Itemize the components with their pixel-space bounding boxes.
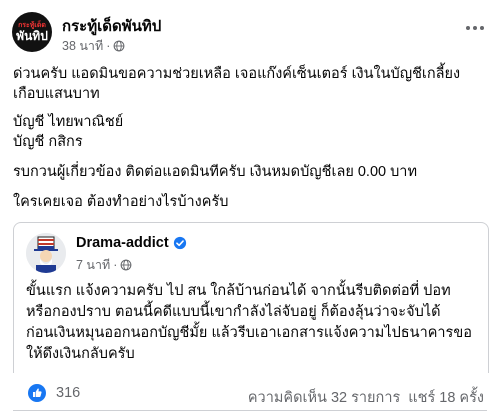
divider xyxy=(13,410,487,411)
shared-post-text: ขั้นแรก แจ้งความครับ ไป สน ใกล้บ้านก่อนไ… xyxy=(26,281,476,365)
post-line: บัญชี กสิกร xyxy=(13,134,83,150)
avatar-text-main: พันทิป xyxy=(16,29,48,43)
more-dot xyxy=(473,26,477,30)
post-meta: 38 นาที · xyxy=(62,36,125,56)
shared-page-name-text: Drama-addict xyxy=(76,235,169,251)
post-header: กระทู้เด็ด พันทิป กระทู้เด็ดพันทิป 38 นา… xyxy=(8,6,492,54)
verified-badge-icon xyxy=(173,236,186,250)
shared-time-link[interactable]: 7 นาที xyxy=(76,255,110,275)
reactions-summary[interactable]: 316 xyxy=(28,384,80,402)
post-body: ด่วนครับ แอดมินขอความช่วยเหลือ เจอแก๊งค์… xyxy=(13,64,489,212)
shares-count-link[interactable]: แชร์ 18 ครั้ง xyxy=(408,386,484,409)
post-line: ด่วนครับ แอดมินขอความช่วยเหลือ เจอแก๊งค์… xyxy=(13,66,461,82)
reaction-count: 316 xyxy=(56,385,81,401)
shared-line: ให้ดึงเงินกลับครับ xyxy=(26,346,135,362)
post-footer: 316 ความคิดเห็น 32 รายการ แชร์ 18 ครั้ง xyxy=(0,378,500,408)
post-line: รบกวนผู้เกี่ยวข้อง ติดต่อแอดมินทีครับ เง… xyxy=(13,164,418,180)
engagement-summary: ความคิดเห็น 32 รายการ แชร์ 18 ครั้ง xyxy=(248,386,484,409)
shared-line: หรือกองปราบ ตอนนี้คดีแบบนี้เขากำลังไล่จั… xyxy=(26,304,441,320)
globe-icon xyxy=(121,259,132,271)
shared-page-avatar[interactable] xyxy=(26,233,66,273)
meta-separator: · xyxy=(113,258,118,272)
shared-post-card[interactable]: Drama-addict 7 นาที · ขั้นแรก แจ้งความคร… xyxy=(13,222,489,373)
shared-line: ขั้นแรก แจ้งความครับ ไป สน ใกล้บ้านก่อนไ… xyxy=(26,283,451,299)
meta-separator: · xyxy=(106,39,111,53)
uncle-sam-avatar-icon xyxy=(26,233,66,273)
avatar-text-top: กระทู้เด็ด xyxy=(18,22,46,29)
shared-post-meta: 7 นาที · xyxy=(76,255,132,275)
shared-line: ก่อนเงินหมุนออกนอกบัญชีมั้ย แล้วรีบเอาเอ… xyxy=(26,325,472,341)
more-dot xyxy=(480,26,484,30)
page-avatar[interactable]: กระทู้เด็ด พันทิป xyxy=(12,12,52,52)
shared-page-name[interactable]: Drama-addict xyxy=(76,235,187,251)
post-line: บัญชี ไทยพาณิชย์ xyxy=(13,114,124,130)
post-time-link[interactable]: 38 นาที xyxy=(62,36,103,56)
post-line: เกือบแสนบาท xyxy=(13,86,100,102)
like-icon xyxy=(28,384,46,402)
post-line: ใครเคยเจอ ต้องทำอย่างไรบ้างครับ xyxy=(13,194,229,210)
comments-count-link[interactable]: ความคิดเห็น 32 รายการ xyxy=(248,386,400,409)
globe-icon xyxy=(113,40,125,52)
more-options-button[interactable] xyxy=(460,16,490,40)
page-name-link[interactable]: กระทู้เด็ดพันทิป xyxy=(62,14,161,38)
more-dot xyxy=(466,26,470,30)
